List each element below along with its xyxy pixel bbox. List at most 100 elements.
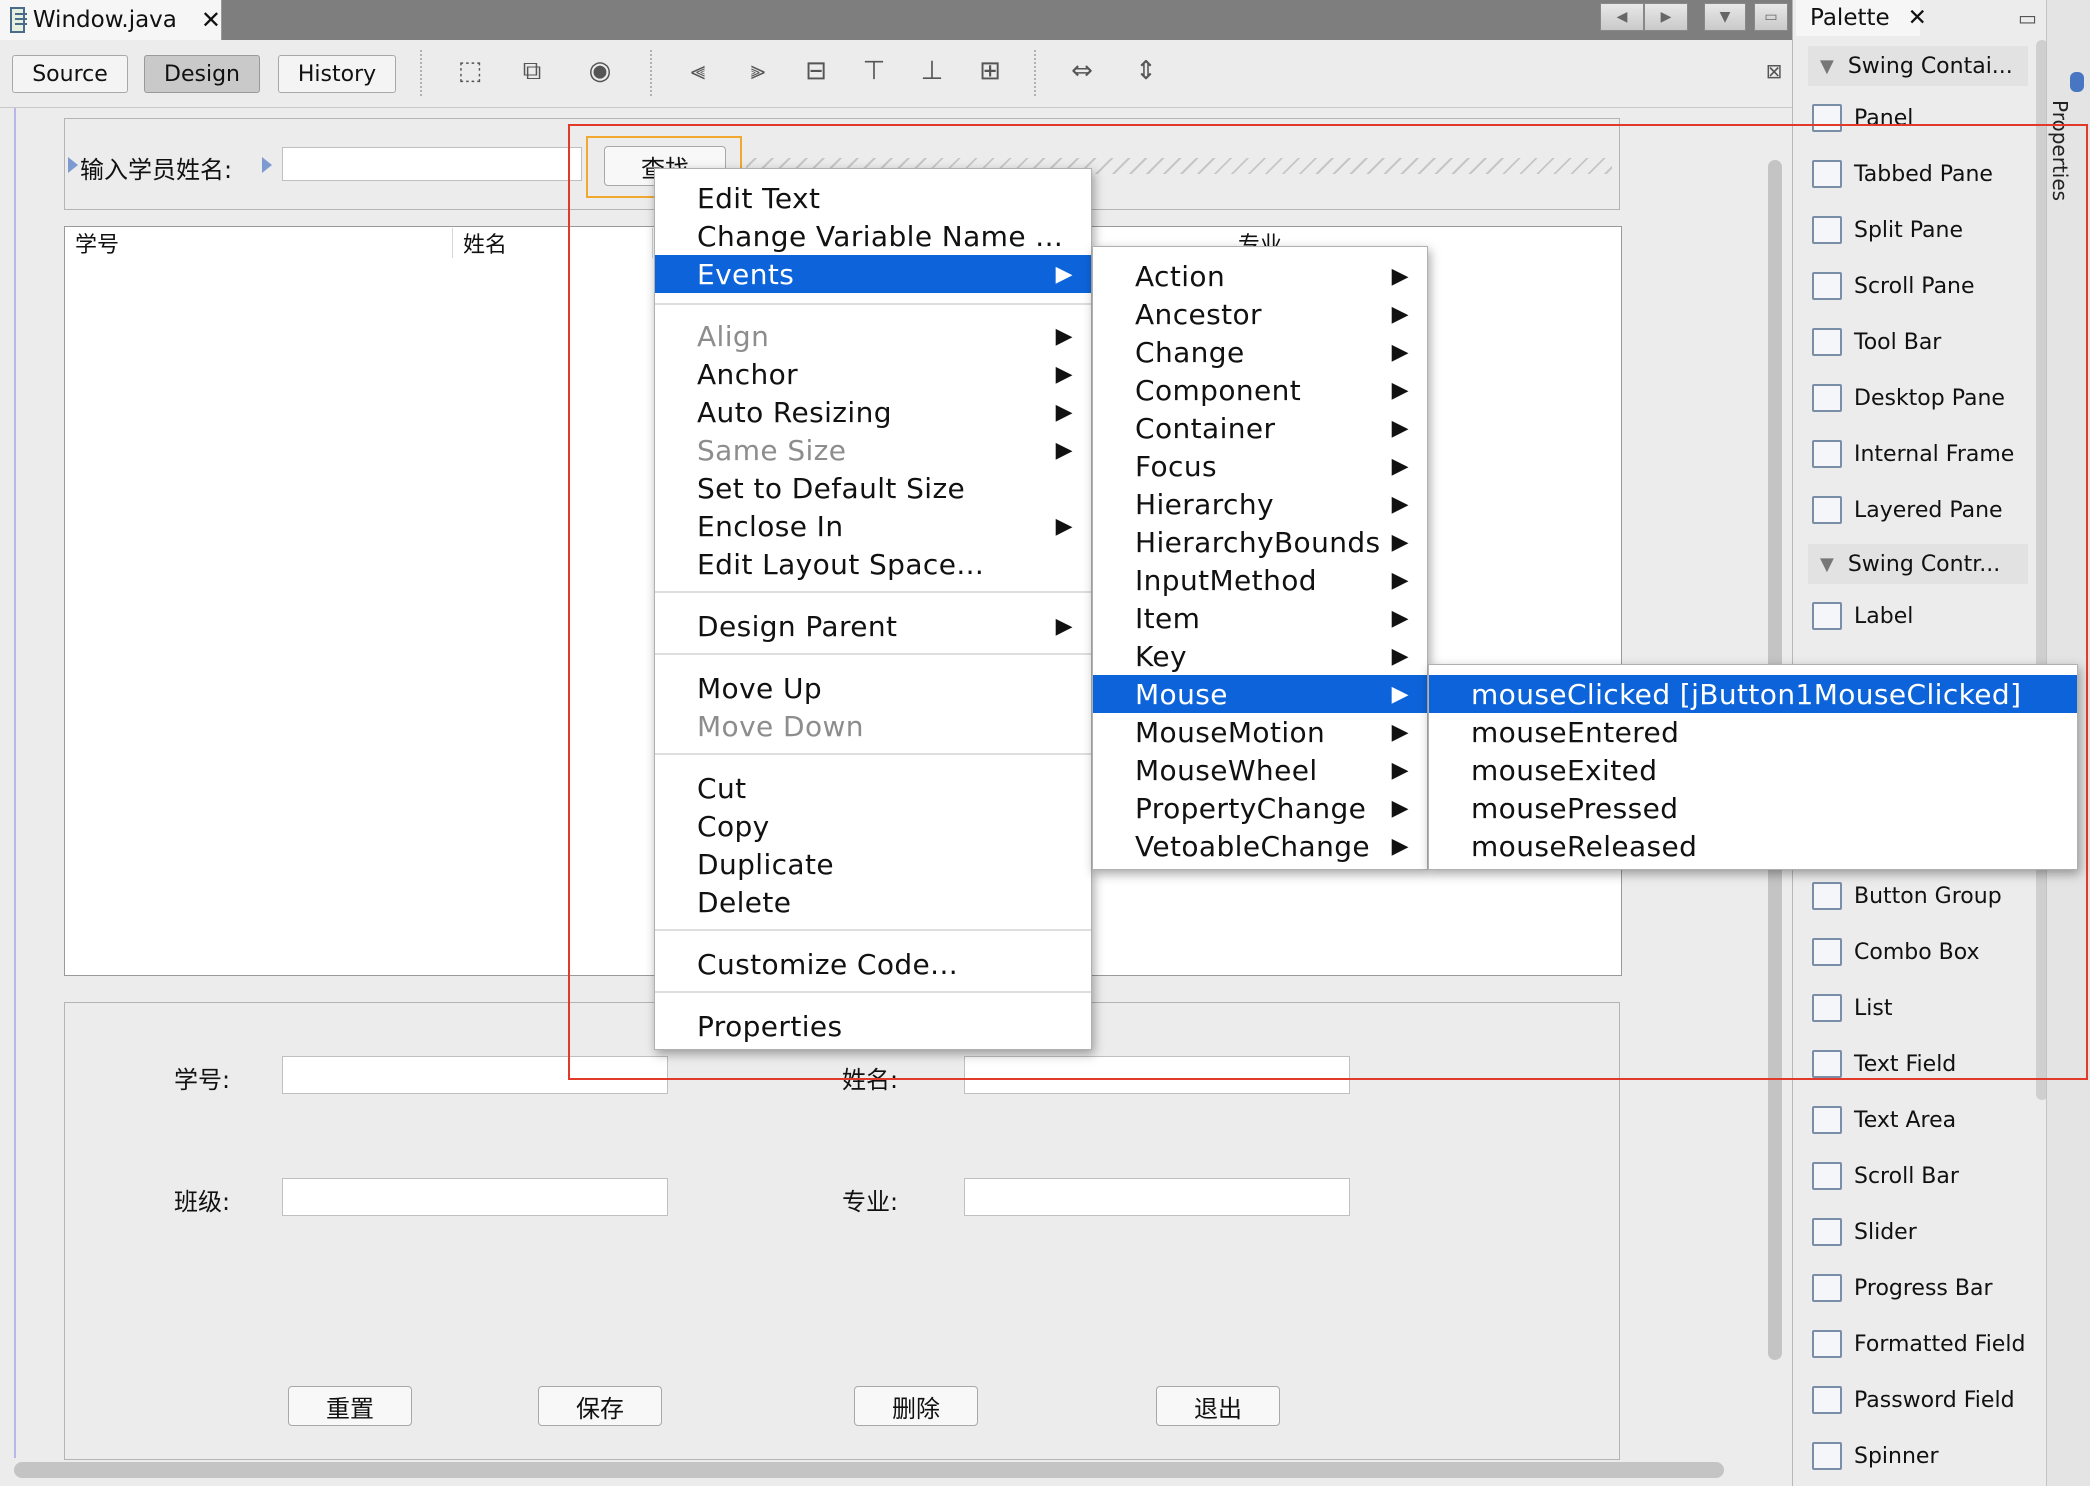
mouse-released-handler[interactable]: mouseReleased — [1429, 827, 2077, 865]
menu-customize-code[interactable]: Customize Code... — [655, 945, 1091, 983]
reset-button[interactable]: 重置 — [288, 1386, 412, 1426]
editor-tab-window-java[interactable]: Window.java ✕ — [0, 0, 222, 40]
scroll-tabs-right-icon[interactable]: ▶ — [1644, 3, 1688, 31]
event-mouse-wheel[interactable]: MouseWheel ▶ — [1093, 751, 1427, 789]
event-input-method[interactable]: InputMethod ▶ — [1093, 561, 1427, 599]
event-container[interactable]: Container ▶ — [1093, 409, 1427, 447]
mouse-clicked-handler[interactable]: mouseClicked [jButton1MouseClicked] — [1429, 675, 2077, 713]
event-focus[interactable]: Focus ▶ — [1093, 447, 1427, 485]
menu-duplicate[interactable]: Duplicate — [655, 845, 1091, 883]
event-component[interactable]: Component ▶ — [1093, 371, 1427, 409]
event-hierarchy[interactable]: Hierarchy ▶ — [1093, 485, 1427, 523]
palette-item-list[interactable]: List — [1808, 988, 2028, 1028]
event-key[interactable]: Key ▶ — [1093, 637, 1427, 675]
menu-copy[interactable]: Copy — [655, 807, 1091, 845]
event-hierarchy-bounds[interactable]: HierarchyBounds ▶ — [1093, 523, 1427, 561]
align-bottom-icon[interactable]: ⊥ — [914, 54, 950, 88]
event-change[interactable]: Change ▶ — [1093, 333, 1427, 371]
menu-delete[interactable]: Delete — [655, 883, 1091, 921]
student-name-label[interactable]: 姓名: — [842, 1060, 898, 1095]
palette-item-scroll-pane[interactable]: Scroll Pane — [1808, 266, 2028, 306]
class-input[interactable] — [282, 1178, 668, 1216]
menu-cut[interactable]: Cut — [655, 769, 1091, 807]
palette-item-formatted-field[interactable]: Formatted Field — [1808, 1324, 2028, 1364]
exit-button[interactable]: 退出 — [1156, 1386, 1280, 1426]
menu-set-default-size[interactable]: Set to Default Size — [655, 469, 1091, 507]
palette-item-progress-bar[interactable]: Progress Bar — [1808, 1268, 2028, 1308]
design-view-button[interactable]: Design — [144, 55, 260, 93]
source-view-button[interactable]: Source — [12, 55, 128, 93]
menu-enclose-in[interactable]: Enclose In ▶ — [655, 507, 1091, 545]
palette-item-desktop-pane[interactable]: Desktop Pane — [1808, 378, 2028, 418]
event-mouse-motion[interactable]: MouseMotion ▶ — [1093, 713, 1427, 751]
table-header-name[interactable]: 姓名 — [453, 228, 653, 258]
event-mouse[interactable]: Mouse ▶ — [1093, 675, 1427, 713]
event-vetoable-change[interactable]: VetoableChange ▶ — [1093, 827, 1427, 865]
menu-auto-resizing[interactable]: Auto Resizing ▶ — [655, 393, 1091, 431]
palette-item-text-field[interactable]: Text Field — [1808, 1044, 2028, 1084]
history-view-button[interactable]: History — [278, 55, 396, 93]
event-item[interactable]: Item ▶ — [1093, 599, 1427, 637]
palette-category-swing-controls[interactable]: ▼ Swing Contr... — [1808, 544, 2028, 584]
menu-move-up[interactable]: Move Up — [655, 669, 1091, 707]
palette-item-combo-box[interactable]: Combo Box — [1808, 932, 2028, 972]
menu-events[interactable]: Events ▶ — [655, 255, 1091, 293]
change-horizontal-resizability-icon[interactable]: ⇔ — [1064, 54, 1100, 88]
properties-icon[interactable] — [2070, 72, 2084, 92]
search-name-input[interactable] — [282, 147, 582, 181]
selection-mode-icon[interactable]: ⬚ — [452, 54, 488, 88]
canvas-horizontal-scrollbar[interactable] — [14, 1462, 1724, 1478]
mouse-entered-handler[interactable]: mouseEntered — [1429, 713, 2077, 751]
center-vertically-icon[interactable]: ⊞ — [972, 54, 1008, 88]
menu-anchor[interactable]: Anchor ▶ — [655, 355, 1091, 393]
palette-item-tabbed-pane[interactable]: Tabbed Pane — [1808, 154, 2028, 194]
save-button[interactable]: 保存 — [538, 1386, 662, 1426]
align-left-icon[interactable]: ⫷ — [680, 54, 716, 88]
student-name-input[interactable] — [964, 1056, 1350, 1094]
palette-item-text-area[interactable]: Text Area — [1808, 1100, 2028, 1140]
delete-button[interactable]: 删除 — [854, 1386, 978, 1426]
connection-mode-icon[interactable]: ⧉ — [514, 54, 550, 88]
toolbar-options-icon[interactable]: ⊠ — [1756, 54, 1792, 88]
palette-item-tool-bar[interactable]: Tool Bar — [1808, 322, 2028, 362]
table-header-id[interactable]: 学号 — [65, 228, 453, 258]
palette-item-slider[interactable]: Slider — [1808, 1212, 2028, 1252]
maximize-window-icon[interactable]: ▭ — [1754, 3, 1788, 31]
class-label[interactable]: 班级: — [174, 1182, 230, 1217]
palette-item-split-pane[interactable]: Split Pane — [1808, 210, 2028, 250]
menu-design-parent[interactable]: Design Parent ▶ — [655, 607, 1091, 645]
palette-item-spinner[interactable]: Spinner — [1808, 1436, 2028, 1476]
palette-item-internal-frame[interactable]: Internal Frame — [1808, 434, 2028, 474]
change-vertical-resizability-icon[interactable]: ⇕ — [1128, 54, 1164, 88]
palette-item-button-group[interactable]: Button Group — [1808, 876, 2028, 916]
align-right-icon[interactable]: ⫸ — [740, 54, 776, 88]
palette-tab[interactable]: Palette ✕ — [1796, 0, 1927, 36]
close-tab-icon[interactable]: ✕ — [201, 6, 221, 34]
menu-edit-layout-space[interactable]: Edit Layout Space... — [655, 545, 1091, 583]
event-action[interactable]: Action ▶ — [1093, 257, 1427, 295]
event-property-change[interactable]: PropertyChange ▶ — [1093, 789, 1427, 827]
palette-item-scroll-bar[interactable]: Scroll Bar — [1808, 1156, 2028, 1196]
minimize-palette-icon[interactable]: ▭ — [2018, 6, 2037, 30]
major-input[interactable] — [964, 1178, 1350, 1216]
tab-list-dropdown-icon[interactable]: ▼ — [1704, 3, 1746, 31]
palette-item-password-field[interactable]: Password Field — [1808, 1380, 2028, 1420]
search-label[interactable]: 输入学员姓名: — [80, 150, 232, 185]
event-ancestor[interactable]: Ancestor ▶ — [1093, 295, 1427, 333]
center-horizontally-icon[interactable]: ⊟ — [798, 54, 834, 88]
properties-side-tab[interactable]: Properties — [2048, 100, 2072, 201]
palette-item-label-component[interactable]: Label — [1808, 596, 2028, 636]
menu-edit-text[interactable]: Edit Text — [655, 179, 1091, 217]
palette-item-layered-pane[interactable]: Layered Pane — [1808, 490, 2028, 530]
scroll-tabs-left-icon[interactable]: ◀ — [1600, 3, 1644, 31]
student-id-input[interactable] — [282, 1056, 668, 1094]
mouse-exited-handler[interactable]: mouseExited — [1429, 751, 2077, 789]
align-top-icon[interactable]: ⊤ — [856, 54, 892, 88]
close-palette-icon[interactable]: ✕ — [1908, 5, 1927, 31]
student-id-label[interactable]: 学号: — [174, 1060, 230, 1095]
palette-item-panel[interactable]: Panel — [1808, 98, 2028, 138]
palette-category-swing-containers[interactable]: ▼ Swing Contai... — [1808, 46, 2028, 86]
preview-design-icon[interactable]: ◉ — [582, 54, 618, 88]
mouse-pressed-handler[interactable]: mousePressed — [1429, 789, 2077, 827]
menu-change-variable-name[interactable]: Change Variable Name ... — [655, 217, 1091, 255]
